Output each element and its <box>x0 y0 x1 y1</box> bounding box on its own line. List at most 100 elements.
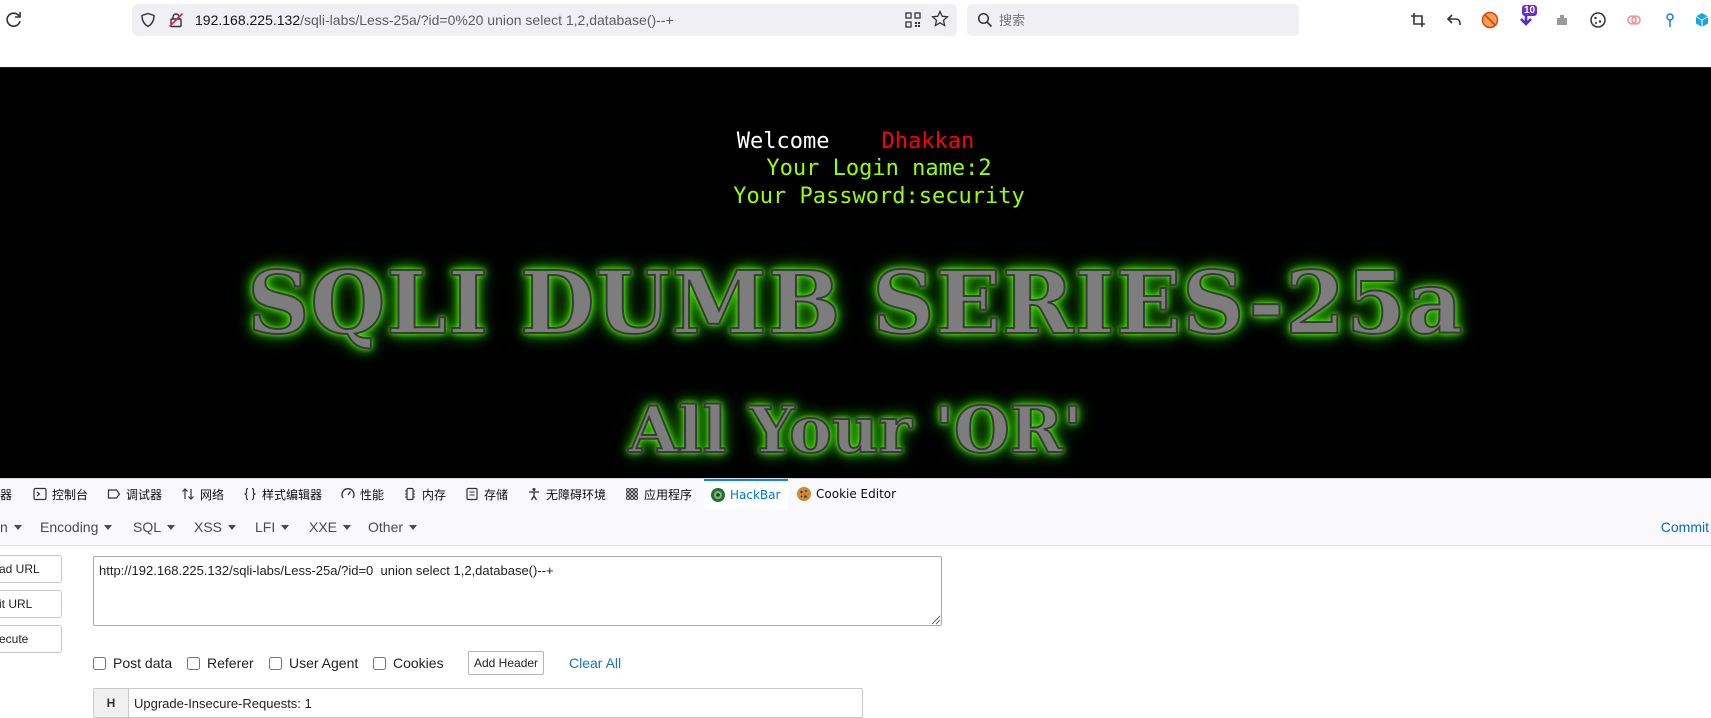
grid-dots-icon <box>624 486 640 502</box>
qr-code-icon[interactable] <box>905 12 921 28</box>
login-name-text: Your Login name:2 <box>766 156 992 181</box>
header-toggle-button[interactable]: H <box>94 689 129 717</box>
tab-label: 样式编辑器 <box>262 487 323 502</box>
password-text: Your Password:security <box>733 184 1025 209</box>
menu-label: SQL <box>133 519 162 535</box>
tab-label: 应用程序 <box>644 487 693 502</box>
tab-hackbar[interactable]: HackBar <box>704 479 789 509</box>
braces-icon <box>242 486 258 502</box>
menu-label: n <box>0 519 8 535</box>
debugger-icon <box>106 486 122 502</box>
chevron-down-icon <box>409 524 418 530</box>
console-icon <box>32 486 48 502</box>
tab-memory[interactable]: 内存 <box>402 479 446 509</box>
tab-debugger[interactable]: 调试器 <box>106 479 162 509</box>
user-agent-checkbox[interactable] <box>269 656 282 670</box>
shield-icon[interactable] <box>140 12 156 28</box>
address-path: /sqli-labs/Less-25a/?id=0%20 union selec… <box>300 12 674 28</box>
hackbar-body: ad URL it URL ecute Post data Referer Us… <box>0 546 1711 718</box>
menu-label: LFI <box>255 519 276 535</box>
option-label: Post data <box>113 655 173 671</box>
tab-label: 器 <box>0 487 13 502</box>
tab-cookie-editor[interactable]: Cookie Editor <box>796 479 896 509</box>
welcome-name: Dhakkan <box>881 129 975 154</box>
gauge-icon <box>340 486 356 502</box>
menu-label: Encoding <box>40 519 99 535</box>
tab-inspector[interactable]: 器 <box>0 479 12 509</box>
header-value[interactable]: Upgrade-Insecure-Requests: 1 <box>134 696 312 711</box>
search-input[interactable] <box>997 10 1291 32</box>
tab-label: 无障碍环境 <box>546 487 607 502</box>
extension-badge: 10 <box>1522 5 1538 16</box>
resize-grip-icon[interactable] <box>929 613 941 625</box>
cookies-checkbox[interactable] <box>373 656 386 670</box>
menu-label: Other <box>368 519 404 535</box>
execute-button[interactable]: ecute <box>0 625 62 653</box>
split-url-button[interactable]: it URL <box>0 590 62 618</box>
block-extension-icon[interactable] <box>1480 10 1500 30</box>
menu-xss[interactable]: XSS <box>194 509 237 545</box>
hackbar-menu: n Encoding SQL XSS LFI XXE Other Commit <box>0 509 1711 546</box>
puzzle-extension-icon[interactable] <box>1552 10 1572 30</box>
chevron-down-icon <box>281 524 290 530</box>
welcome-line: Welcome Dhakkan <box>0 128 1711 156</box>
devtools-tabbar: 器 控制台 调试器 网络 样式编辑器 性能 内存 存储 无障碍环境 应用程序 H… <box>0 478 1711 510</box>
tab-network[interactable]: 网络 <box>180 479 224 509</box>
screenshot-crop-icon[interactable] <box>1408 10 1428 30</box>
tab-label: 控制台 <box>52 487 89 502</box>
tab-label: Cookie Editor <box>816 487 897 501</box>
undo-arrow-icon[interactable] <box>1444 10 1464 30</box>
tab-application[interactable]: 应用程序 <box>624 479 692 509</box>
menu-sql[interactable]: SQL <box>133 509 176 545</box>
tab-label: 网络 <box>200 487 225 502</box>
accessibility-icon <box>526 486 542 502</box>
address-text[interactable]: 192.168.225.132/sqli-labs/Less-25a/?id=0… <box>195 12 674 28</box>
tab-storage[interactable]: 存储 <box>464 479 508 509</box>
url-textarea[interactable] <box>93 556 942 626</box>
clear-all-link[interactable]: Clear All <box>569 655 621 671</box>
tab-performance[interactable]: 性能 <box>340 479 384 509</box>
post-data-option[interactable]: Post data <box>93 654 172 672</box>
storage-icon <box>464 486 480 502</box>
referer-option[interactable]: Referer <box>187 654 254 672</box>
reload-icon[interactable] <box>4 10 24 30</box>
link-extension-icon[interactable] <box>1624 10 1644 30</box>
tab-label: 调试器 <box>126 487 163 502</box>
menu-label: XSS <box>194 519 223 535</box>
chevron-down-icon <box>167 524 176 530</box>
cookie-icon[interactable] <box>1588 10 1608 30</box>
load-url-button[interactable]: ad URL <box>0 555 62 583</box>
page-content: Welcome Dhakkan Your Login name:2 Your Pa… <box>0 68 1711 478</box>
menu-other[interactable]: Other <box>368 509 418 545</box>
add-header-button[interactable]: Add Header <box>468 651 545 675</box>
chevron-down-icon <box>343 524 352 530</box>
search-icon <box>977 12 993 28</box>
cookies-option[interactable]: Cookies <box>373 654 444 672</box>
referer-checkbox[interactable] <box>187 656 200 670</box>
user-agent-option[interactable]: User Agent <box>269 654 358 672</box>
tab-style-editor[interactable]: 样式编辑器 <box>242 479 322 509</box>
menu-encoding[interactable]: Encoding <box>40 509 113 545</box>
menu-lfi[interactable]: LFI <box>255 509 290 545</box>
tab-console[interactable]: 控制台 <box>32 479 88 509</box>
bookmark-star-icon[interactable] <box>931 9 949 28</box>
post-data-checkbox[interactable] <box>93 656 106 670</box>
insecure-lock-icon[interactable] <box>168 12 184 28</box>
commit-button[interactable]: Commit <box>1661 509 1709 545</box>
tab-accessibility[interactable]: 无障碍环境 <box>526 479 606 509</box>
address-host: 192.168.225.132 <box>195 12 301 28</box>
header-row: H Upgrade-Insecure-Requests: 1 <box>93 688 863 718</box>
pin-icon[interactable] <box>1660 10 1680 30</box>
page-title: SQLI DUMB SERIES-25a <box>246 252 1464 355</box>
option-label: Cookies <box>393 655 444 671</box>
tab-label: HackBar <box>730 488 781 502</box>
option-label: User Agent <box>289 655 359 671</box>
browser-toolbar: 192.168.225.132/sqli-labs/Less-25a/?id=0… <box>0 0 1711 40</box>
menu-xxe[interactable]: XXE <box>309 509 352 545</box>
search-bar[interactable] <box>967 4 1299 36</box>
hackbar-logo-icon <box>710 487 726 503</box>
cube-extension-icon[interactable] <box>1693 10 1711 30</box>
memory-chip-icon <box>402 486 418 502</box>
menu-load[interactable]: n <box>0 509 22 545</box>
address-bar[interactable]: 192.168.225.132/sqli-labs/Less-25a/?id=0… <box>132 4 957 36</box>
